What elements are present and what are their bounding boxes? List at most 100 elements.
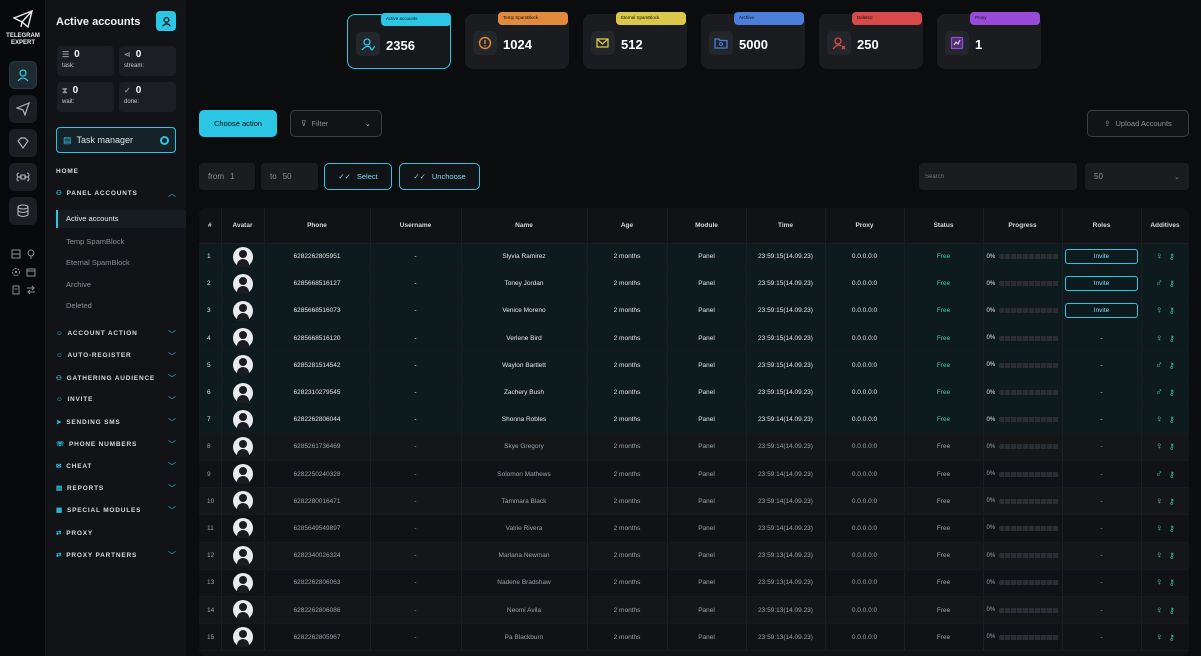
table-row[interactable]: 11 6285649549897- Valrie Rivera 2 months Pan… [199, 514, 1189, 543]
card-deleted[interactable]: Deleted 250 [819, 12, 923, 69]
sub-archive[interactable]: Archive [66, 280, 91, 289]
col-header-age[interactable]: Age [587, 208, 668, 244]
key-icon[interactable]: ⚷ [1169, 442, 1175, 451]
avatar[interactable] [232, 518, 253, 539]
storage-icon[interactable] [10, 248, 22, 260]
table-row[interactable]: 10 6282280016471- Tammara Black 2 months Pan… [199, 487, 1189, 516]
card-proxy[interactable]: Proxy 1 [937, 12, 1041, 69]
card-eternal-spamblock[interactable]: Eternal SpamBlock 512 [583, 12, 687, 69]
key-icon[interactable]: ⚷ [1169, 334, 1175, 343]
key-icon[interactable]: ⚷ [1169, 497, 1175, 506]
profile-button[interactable] [156, 11, 176, 31]
table-row[interactable]: 8 6285261736469- Skye Gregory 2 months Panel… [199, 433, 1189, 462]
choose-action-button[interactable]: Choose action [199, 110, 277, 137]
table-row[interactable]: 12 6282340026324- Marlana Newman 2 months Pa… [199, 542, 1189, 570]
table-row[interactable]: 7 6282262806044- Shonna Robles 2 months Pane… [199, 406, 1189, 434]
avatar[interactable] [232, 491, 253, 512]
invite-role-button[interactable]: Invite [1065, 276, 1138, 292]
nav-gathering-audience[interactable]: ⚇ GATHERING AUDIENCE [56, 374, 155, 383]
rail-diamond-button[interactable] [9, 129, 37, 157]
col-header-module[interactable]: Module [667, 208, 747, 244]
nav-account-action[interactable]: ☺ ACCOUNT ACTION [56, 330, 138, 337]
chevron-up-icon[interactable]: ︿ [168, 188, 176, 199]
key-icon[interactable]: ⚷ [1169, 606, 1175, 615]
calendar-icon[interactable] [25, 266, 37, 278]
table-row[interactable]: 2 6285668516127- Toney Jordan 2 months Panel… [199, 270, 1189, 298]
sub-active-accounts[interactable]: Active accounts [56, 210, 186, 228]
avatar[interactable] [232, 627, 253, 648]
key-icon[interactable]: ⚷ [1169, 470, 1175, 479]
avatar[interactable] [232, 545, 253, 566]
chevron-down-icon[interactable]: ﹀ [168, 550, 176, 561]
sub-eternal-spamblock[interactable]: Eternal SpamBlock [66, 258, 130, 267]
sub-deleted[interactable]: Deleted [66, 301, 92, 310]
settings-gear-icon[interactable] [10, 266, 22, 278]
rail-command-button[interactable] [9, 163, 37, 191]
col-header-additives[interactable]: Additives [1141, 208, 1189, 244]
filter-dropdown[interactable]: ⊽ Filter ⌄ [290, 110, 382, 137]
avatar[interactable] [232, 464, 253, 485]
upload-accounts-button[interactable]: ⇪ Upload Accounts [1087, 110, 1189, 137]
sub-temp-spamblock[interactable]: Temp SpamBlock [66, 237, 124, 246]
key-icon[interactable]: ⚷ [1169, 279, 1175, 288]
nav-phone-numbers[interactable]: ☏ PHONE NUMBERS [56, 440, 137, 449]
col-header-status[interactable]: Status [904, 208, 984, 244]
col-header-name[interactable]: Name [461, 208, 588, 244]
col-header-avatar[interactable]: Avatar [221, 208, 265, 244]
card-active-accounts[interactable]: Active accounts 2356 [347, 13, 451, 69]
chevron-down-icon[interactable]: ﹀ [168, 329, 176, 340]
avatar[interactable] [232, 409, 253, 430]
nav-sending-sms[interactable]: ➤ SENDING SMS [56, 418, 121, 427]
avatar[interactable] [232, 436, 253, 457]
nav-special-modules[interactable]: ▦ SPECIAL MODULES [56, 506, 141, 515]
nav-auto-register[interactable]: ☺ AUTO-REGISTER [56, 352, 132, 359]
key-icon[interactable]: ⚷ [1169, 633, 1175, 642]
chevron-down-icon[interactable]: ﹀ [168, 373, 176, 384]
col-header-proxy[interactable]: Proxy [825, 208, 905, 244]
range-from-field[interactable]: from 1 [199, 163, 255, 190]
rail-send-button[interactable] [9, 95, 37, 123]
location-pin-icon[interactable] [25, 248, 37, 260]
search-input[interactable] [919, 163, 1077, 190]
chevron-down-icon[interactable]: ﹀ [168, 461, 176, 472]
table-row[interactable]: 14 6282262806086- Neomi Avila 2 months Panel… [199, 596, 1189, 625]
invite-role-button[interactable]: Invite [1065, 249, 1138, 265]
nav-reports[interactable]: ▤ REPORTS [56, 484, 104, 493]
key-icon[interactable]: ⚷ [1169, 524, 1175, 533]
avatar[interactable] [232, 273, 253, 294]
key-icon[interactable]: ⚷ [1169, 306, 1175, 315]
rail-database-button[interactable] [9, 197, 37, 225]
table-row[interactable]: 5 6285281514542- Waylon Bartlett 2 months Pa… [199, 351, 1189, 380]
col-header-time[interactable]: Time [746, 208, 826, 244]
chevron-down-icon[interactable]: ﹀ [168, 395, 176, 406]
avatar[interactable] [232, 355, 253, 376]
nav-panel-accounts[interactable]: ⚇ PANEL ACCOUNTS [56, 189, 138, 198]
avatar[interactable] [232, 600, 253, 621]
task-manager-button[interactable]: ▤ Task manager [56, 127, 176, 153]
nav-cheat[interactable]: ✉ CHEAT [56, 462, 92, 471]
key-icon[interactable]: ⚷ [1169, 415, 1175, 424]
key-icon[interactable]: ⚷ [1169, 578, 1175, 587]
table-row[interactable]: 3 6285668516073- Venice Moreno 2 months Pane… [199, 297, 1189, 326]
avatar[interactable] [232, 246, 253, 267]
unchoose-button[interactable]: ✓✓ Unchoose [399, 163, 480, 190]
col-header-phone[interactable]: Phone [264, 208, 371, 244]
chevron-down-icon[interactable]: ﹀ [168, 439, 176, 450]
nav-proxy-partners[interactable]: ⇄ PROXY PARTNERS [56, 551, 137, 560]
table-row[interactable]: 15 6282262805967- Pa Blackburn 2 months Pane… [199, 623, 1189, 652]
chevron-down-icon[interactable]: ﹀ [168, 351, 176, 362]
invite-role-button[interactable]: Invite [1065, 303, 1138, 319]
transfer-icon[interactable] [25, 284, 37, 296]
col-header-index[interactable]: # [199, 208, 222, 244]
nav-invite[interactable]: ☺ INVITE [56, 396, 93, 403]
col-header-progress[interactable]: Progress [983, 208, 1063, 244]
col-header-username[interactable]: Username [370, 208, 462, 244]
range-to-field[interactable]: to 50 [261, 163, 318, 190]
key-icon[interactable]: ⚷ [1169, 388, 1175, 397]
key-icon[interactable]: ⚷ [1169, 361, 1175, 370]
table-row[interactable]: 9 6282250240328- Solomon Mathews 2 months Pa… [199, 460, 1189, 489]
chevron-down-icon[interactable]: ﹀ [168, 505, 176, 516]
card-temp-spamblock[interactable]: Temp SpamBlock 1024 [465, 12, 569, 69]
table-row[interactable]: 13 6282262806063- Nadene Bradshaw 2 months P… [199, 569, 1189, 597]
key-icon[interactable]: ⚷ [1169, 551, 1175, 560]
